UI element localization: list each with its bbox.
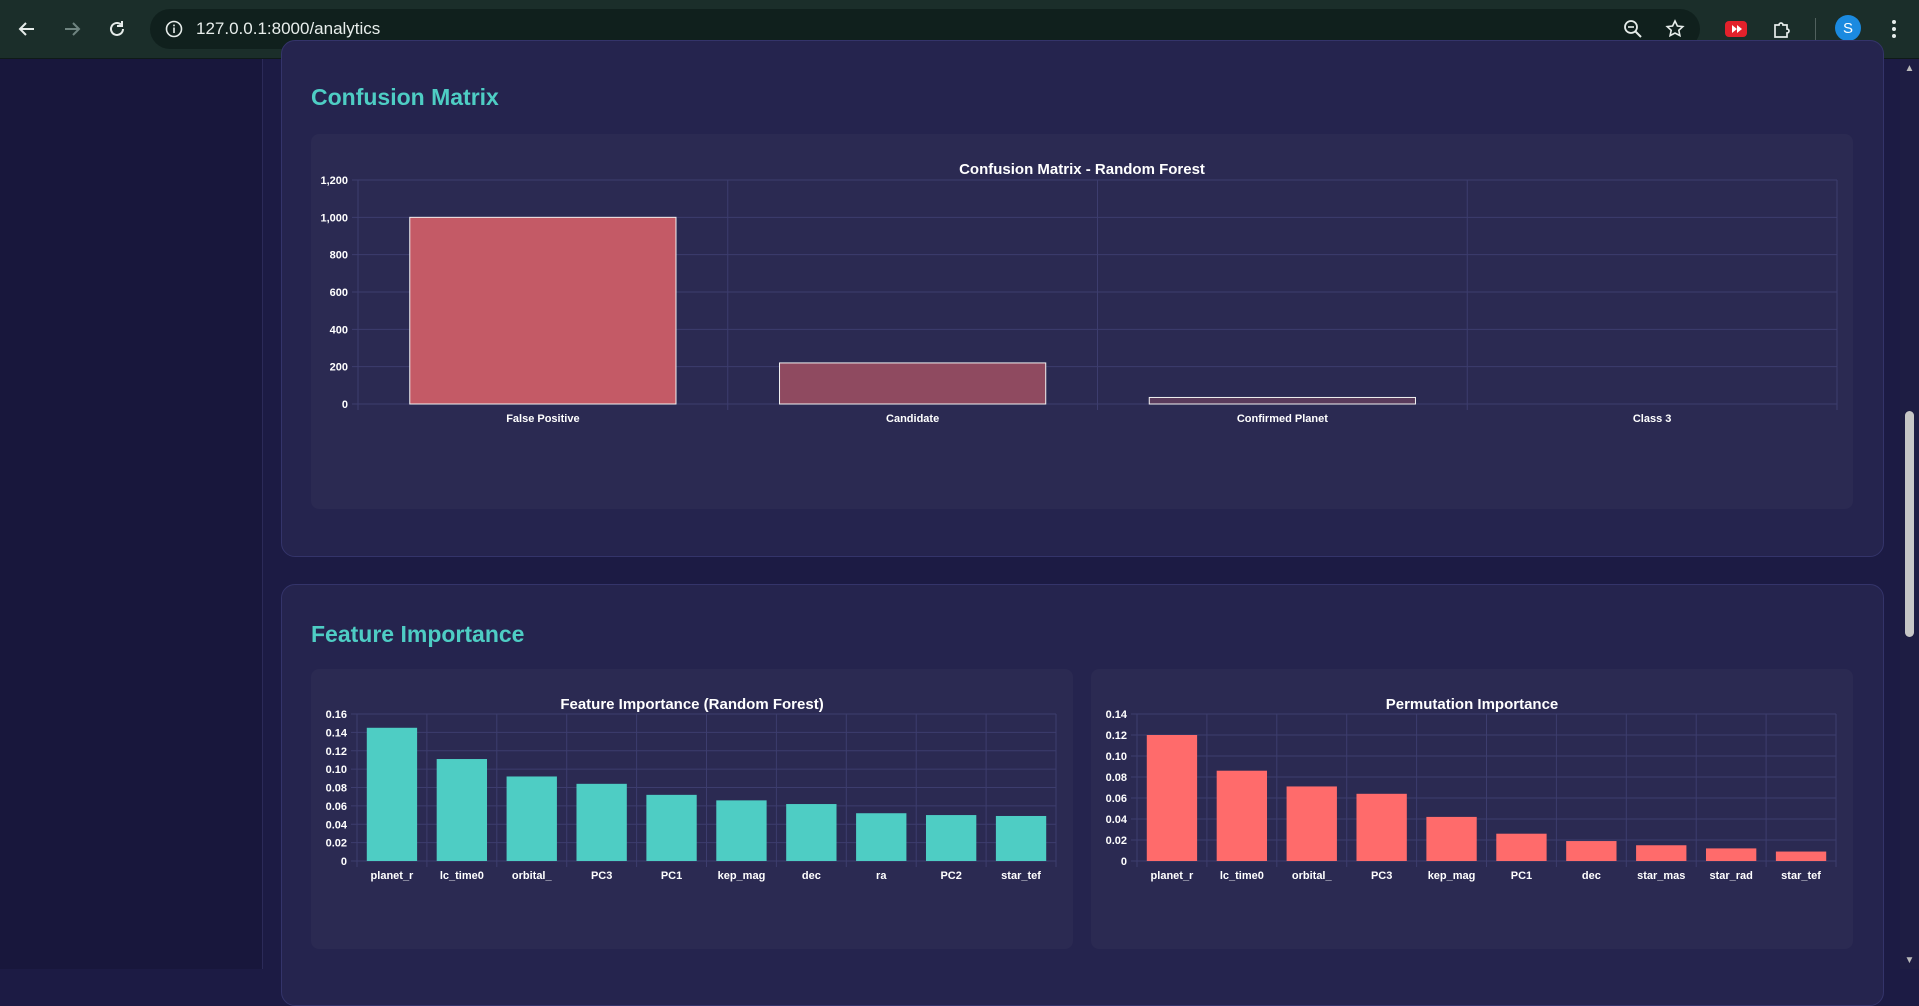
bar bbox=[409, 216, 677, 405]
x-tick-label: Confirmed Planet bbox=[1237, 413, 1328, 425]
kebab-menu-icon[interactable] bbox=[1880, 15, 1908, 43]
x-tick-label: PC3 bbox=[591, 870, 612, 882]
y-tick-label: 0.08 bbox=[1106, 772, 1127, 784]
y-tick-label: 0 bbox=[341, 856, 347, 868]
bar bbox=[576, 783, 627, 861]
x-tick-label: star_tef bbox=[1001, 870, 1041, 882]
bar bbox=[786, 804, 837, 861]
bar bbox=[1775, 851, 1827, 861]
y-tick-label: 0.04 bbox=[1106, 814, 1128, 826]
avatar[interactable]: S bbox=[1835, 15, 1861, 41]
x-tick-label: PC3 bbox=[1371, 870, 1392, 882]
x-tick-label: dec bbox=[1582, 870, 1601, 882]
bar bbox=[506, 776, 557, 861]
x-tick-label: planet_r bbox=[1151, 870, 1195, 882]
y-tick-label: 0.10 bbox=[326, 764, 347, 776]
bar bbox=[1636, 845, 1687, 861]
reload-icon[interactable] bbox=[102, 14, 132, 44]
bar bbox=[1356, 793, 1407, 861]
bar bbox=[1286, 786, 1337, 861]
y-tick-label: 0.12 bbox=[326, 746, 347, 758]
x-tick-label: PC2 bbox=[940, 870, 961, 882]
sidebar bbox=[0, 59, 263, 969]
x-tick-label: kep_mag bbox=[718, 870, 766, 882]
x-tick-label: star_tef bbox=[1781, 870, 1821, 882]
scroll-thumb[interactable] bbox=[1905, 411, 1914, 637]
y-tick-label: 0.04 bbox=[326, 819, 348, 831]
info-icon[interactable] bbox=[164, 19, 184, 39]
x-tick-label: dec bbox=[802, 870, 821, 882]
bar bbox=[856, 813, 907, 861]
x-tick-label: PC1 bbox=[661, 870, 682, 882]
scroll-down-icon[interactable]: ▼ bbox=[1903, 955, 1916, 966]
y-tick-label: 400 bbox=[330, 324, 348, 336]
y-tick-label: 0.02 bbox=[326, 838, 347, 850]
y-tick-label: 0 bbox=[1121, 856, 1127, 868]
x-tick-label: orbital_ bbox=[1292, 870, 1333, 882]
x-tick-label: ra bbox=[876, 870, 887, 882]
scrollbar[interactable]: ▲ ▼ bbox=[1900, 59, 1919, 969]
y-tick-label: 0.12 bbox=[1106, 730, 1127, 742]
feature-chart-panel: Feature Importance (Random Forest) 0 0.02… bbox=[311, 669, 1073, 949]
y-tick-label: 0 bbox=[342, 399, 348, 411]
x-tick-label: kep_mag bbox=[1428, 870, 1476, 882]
bar bbox=[366, 727, 418, 861]
y-tick-label: 800 bbox=[330, 250, 348, 262]
y-tick-label: 1,000 bbox=[320, 212, 348, 224]
confusion-matrix-card: Confusion Matrix Confusion Matrix - Rand… bbox=[281, 40, 1884, 557]
bar bbox=[1426, 816, 1477, 861]
bar bbox=[1146, 735, 1198, 861]
y-tick-label: 1,200 bbox=[320, 175, 348, 187]
puzzle-icon[interactable] bbox=[1768, 15, 1796, 43]
x-tick-label: False Positive bbox=[506, 413, 579, 425]
forward-arrow-icon[interactable] bbox=[57, 14, 87, 44]
y-tick-label: 0.16 bbox=[326, 709, 347, 721]
zoom-icon[interactable] bbox=[1622, 18, 1644, 40]
y-tick-label: 0.06 bbox=[326, 801, 347, 813]
x-tick-label: star_mas bbox=[1637, 870, 1685, 882]
permutation-chart-svg: 0 0.02 0.04 0.06 0.08 0.10 0.12 0.14 planet_r lc_… bbox=[1106, 709, 1837, 882]
y-tick-label: 0.06 bbox=[1106, 793, 1127, 805]
y-tick-label: 0.14 bbox=[326, 727, 348, 739]
y-tick-label: 0.08 bbox=[326, 783, 347, 795]
url-text[interactable]: 127.0.0.1:8000/analytics bbox=[196, 19, 380, 39]
permutation-chart-panel: Permutation Importance 0 0.02 0.04 0.06 0.08… bbox=[1091, 669, 1853, 949]
bar bbox=[1216, 770, 1268, 861]
feature-chart-svg: 0 0.02 0.04 0.06 0.08 0.10 0.12 0.14 0.16 planet_… bbox=[326, 709, 1057, 882]
youtube-extension-icon[interactable] bbox=[1722, 15, 1750, 43]
y-tick-label: 0.14 bbox=[1106, 709, 1128, 721]
x-tick-label: lc_time0 bbox=[1220, 870, 1264, 882]
y-tick-label: 0.10 bbox=[1106, 751, 1127, 763]
y-tick-label: 0.02 bbox=[1106, 835, 1127, 847]
scroll-up-icon[interactable]: ▲ bbox=[1903, 63, 1916, 74]
bar bbox=[646, 794, 697, 861]
x-tick-label: orbital_ bbox=[512, 870, 553, 882]
bar bbox=[1705, 848, 1757, 861]
confusion-chart-svg: 0 200 400 600 800 1,000 1,200 False Positive Can… bbox=[320, 175, 1838, 425]
x-tick-label: Candidate bbox=[886, 413, 939, 425]
section-title-feature: Feature Importance bbox=[311, 621, 525, 647]
bar bbox=[1148, 396, 1416, 405]
x-tick-label: PC1 bbox=[1511, 870, 1532, 882]
x-tick-label: star_rad bbox=[1709, 870, 1752, 882]
x-tick-label: planet_r bbox=[371, 870, 415, 882]
bar bbox=[779, 362, 1047, 405]
back-arrow-icon[interactable] bbox=[12, 14, 42, 44]
y-tick-label: 600 bbox=[330, 287, 348, 299]
bar bbox=[436, 759, 488, 861]
x-tick-label: lc_time0 bbox=[440, 870, 484, 882]
section-title-confusion: Confusion Matrix bbox=[311, 84, 499, 110]
bar bbox=[1496, 833, 1547, 861]
avatar-letter: S bbox=[1842, 19, 1853, 37]
y-tick-label: 200 bbox=[330, 362, 348, 374]
bar bbox=[925, 815, 977, 861]
x-tick-label: Class 3 bbox=[1633, 413, 1672, 425]
feature-importance-card: Feature Importance Feature Importance (R… bbox=[281, 584, 1884, 1006]
toolbar-divider bbox=[1815, 18, 1816, 40]
bar bbox=[1566, 841, 1617, 861]
bar bbox=[995, 815, 1047, 861]
star-icon[interactable] bbox=[1664, 18, 1686, 40]
confusion-chart-panel: Confusion Matrix - Random Forest 0 200 400… bbox=[311, 134, 1853, 509]
bar bbox=[716, 800, 767, 861]
